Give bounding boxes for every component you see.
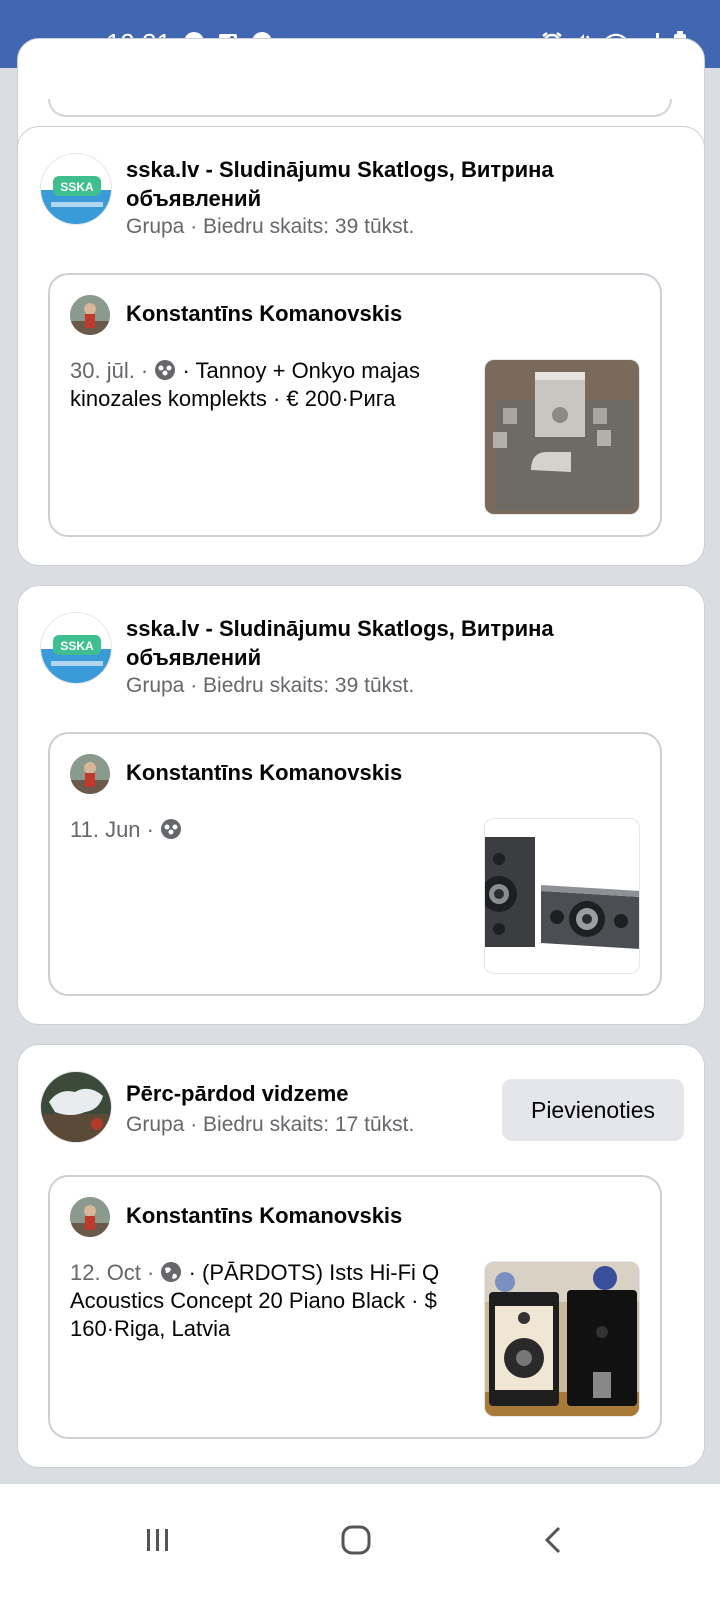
author-avatar[interactable] (70, 1197, 110, 1237)
post-preview-edge (48, 99, 672, 117)
post-preview[interactable]: Konstantīns Komanovskis 30. jūl. · · Tan… (48, 273, 662, 537)
group-avatar[interactable]: SSKA (40, 153, 112, 225)
system-nav-bar (0, 1484, 720, 1600)
result-card[interactable]: Pērc-pārdod vidzeme Grupa · Biedru skait… (17, 1044, 705, 1468)
author-avatar[interactable] (70, 754, 110, 794)
join-group-button[interactable]: Pievienoties (502, 1079, 684, 1141)
group-avatar[interactable] (40, 1071, 112, 1143)
group-meta: Grupa · Biedru skaits: 39 tūkst. (126, 674, 415, 697)
home-icon[interactable] (316, 1508, 396, 1572)
group-icon (160, 818, 182, 840)
post-date: 30. jūl. · (70, 358, 149, 383)
post-image[interactable] (484, 818, 640, 974)
recent-apps-icon[interactable] (118, 1508, 198, 1572)
post-image[interactable] (484, 1261, 640, 1417)
group-name[interactable]: sska.lv - Sludinājumu Skatlogs, Витрина … (126, 155, 596, 213)
post-preview[interactable]: Konstantīns Komanovskis 11. Jun · (48, 732, 662, 996)
group-icon (154, 359, 176, 381)
author-name[interactable]: Konstantīns Komanovskis (126, 1203, 402, 1229)
group-meta: Grupa · Biedru skaits: 17 tūkst. (126, 1113, 415, 1136)
post-text: 11. Jun · (70, 816, 460, 844)
post-preview[interactable]: Konstantīns Komanovskis 12. Oct · · (PĀR… (48, 1175, 662, 1439)
author-avatar[interactable] (70, 295, 110, 335)
svg-text:SSKA: SSKA (60, 639, 94, 653)
group-meta: Grupa · Biedru skaits: 39 tūkst. (126, 215, 415, 238)
author-name[interactable]: Konstantīns Komanovskis (126, 760, 402, 786)
post-text: 12. Oct · · (PĀRDOTS) Ists Hi-Fi Q Acous… (70, 1259, 460, 1343)
svg-text:SSKA: SSKA (60, 180, 94, 194)
post-date: 11. Jun · (70, 817, 154, 842)
result-card[interactable]: SSKA sska.lv - Sludinājumu Skatlogs, Вит… (17, 585, 705, 1025)
post-image[interactable] (484, 359, 640, 515)
group-name[interactable]: sska.lv - Sludinājumu Skatlogs, Витрина … (126, 614, 596, 672)
back-icon[interactable] (514, 1508, 594, 1572)
author-name[interactable]: Konstantīns Komanovskis (126, 301, 402, 327)
group-name[interactable]: Pērc-pārdod vidzeme (126, 1079, 486, 1108)
group-avatar[interactable]: SSKA (40, 612, 112, 684)
post-date: 12. Oct · (70, 1260, 155, 1285)
globe-icon (160, 1261, 182, 1283)
result-card[interactable]: SSKA sska.lv - Sludinājumu Skatlogs, Вит… (17, 126, 705, 566)
post-text: 30. jūl. · · Tannoy + Onkyo majas kinoza… (70, 357, 460, 413)
